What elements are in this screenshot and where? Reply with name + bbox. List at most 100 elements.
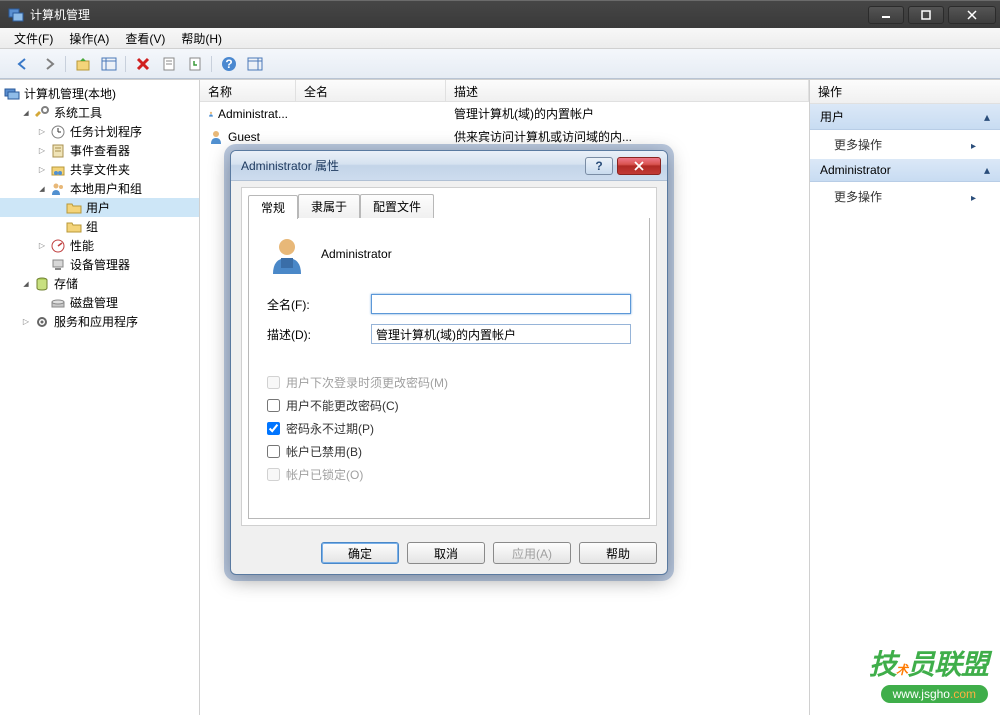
menu-file[interactable]: 文件(F) (6, 28, 61, 49)
tree-users[interactable]: 用户 (0, 198, 199, 217)
expander-icon[interactable] (20, 278, 32, 290)
checkbox-cannot-change[interactable]: 用户不能更改密码(C) (267, 397, 631, 414)
menu-help[interactable]: 帮助(H) (173, 28, 230, 49)
list-row[interactable]: Administrat... 管理计算机(域)的内置帐户 (200, 102, 809, 125)
computer-icon (4, 86, 20, 102)
checkbox[interactable] (267, 445, 280, 458)
cell-name: Guest (228, 130, 260, 144)
up-button[interactable] (71, 52, 95, 76)
tab-memberof[interactable]: 隶属于 (298, 194, 360, 218)
tree-label: 事件查看器 (70, 142, 130, 159)
tree-task-scheduler[interactable]: 任务计划程序 (0, 122, 199, 141)
menu-view[interactable]: 查看(V) (117, 28, 173, 49)
tree-groups[interactable]: 组 (0, 217, 199, 236)
tree-label: 性能 (70, 237, 94, 254)
column-name[interactable]: 名称 (200, 80, 296, 101)
dialog-close-button[interactable] (617, 157, 661, 175)
tree-label: 本地用户和组 (70, 180, 142, 197)
action-more-admin[interactable]: 更多操作 (810, 182, 1000, 211)
cell-name: Administrat... (218, 107, 288, 121)
tree-services-apps[interactable]: 服务和应用程序 (0, 312, 199, 331)
checkbox[interactable] (267, 399, 280, 412)
actions-pane-button[interactable] (243, 52, 267, 76)
dialog-titlebar[interactable]: Administrator 属性 ? (231, 151, 667, 181)
disk-icon (50, 295, 66, 311)
tab-content: Administrator 全名(F): 描述(D): 用户下次登录时须更改密码… (248, 218, 650, 519)
checkbox-disabled[interactable]: 帐户已禁用(B) (267, 443, 631, 460)
help-button[interactable]: ? (217, 52, 241, 76)
tree-event-viewer[interactable]: 事件查看器 (0, 141, 199, 160)
fullname-label: 全名(F): (267, 296, 371, 313)
nav-back-button[interactable] (11, 52, 35, 76)
help-button[interactable]: 帮助 (579, 542, 657, 564)
apply-button[interactable]: 应用(A) (493, 542, 571, 564)
column-description[interactable]: 描述 (446, 80, 809, 101)
action-more-users[interactable]: 更多操作 (810, 130, 1000, 159)
actions-section-admin[interactable]: Administrator (810, 159, 1000, 182)
clock-icon (50, 124, 66, 140)
navigation-tree[interactable]: 计算机管理(本地) 系统工具 任务计划程序 事件查看器 共享文件夹 本地用户和组 (0, 80, 200, 715)
actions-section-users[interactable]: 用户 (810, 104, 1000, 130)
section-label: 用户 (820, 108, 844, 125)
tree-performance[interactable]: 性能 (0, 236, 199, 255)
delete-button[interactable] (131, 52, 155, 76)
tree-label: 任务计划程序 (70, 123, 142, 140)
tree-label: 组 (86, 218, 98, 235)
tree-root[interactable]: 计算机管理(本地) (0, 84, 199, 103)
chevron-right-icon (971, 138, 976, 152)
tab-profile[interactable]: 配置文件 (360, 194, 434, 218)
checkbox-never-expires[interactable]: 密码永不过期(P) (267, 420, 631, 437)
expander-icon[interactable] (20, 107, 32, 119)
tree-label: 磁盘管理 (70, 294, 118, 311)
refresh-button[interactable] (183, 52, 207, 76)
checkbox (267, 376, 280, 389)
action-label: 更多操作 (834, 136, 882, 153)
chevron-right-icon (971, 190, 976, 204)
expander-icon[interactable] (36, 126, 48, 138)
cell-desc: 供来宾访问计算机或访问域的内... (446, 126, 809, 147)
column-fullname[interactable]: 全名 (296, 80, 446, 101)
tree-label: 计算机管理(本地) (24, 85, 116, 102)
checkbox-label: 帐户已禁用(B) (286, 443, 362, 460)
show-hide-tree-button[interactable] (97, 52, 121, 76)
toolbar: ? (0, 49, 1000, 79)
tree-label: 共享文件夹 (70, 161, 130, 178)
tree-shared-folders[interactable]: 共享文件夹 (0, 160, 199, 179)
watermark-text: 技术员联盟 (869, 643, 988, 683)
spacer (36, 297, 48, 309)
dialog-tabs: 常规 隶属于 配置文件 (242, 188, 656, 218)
expander-icon[interactable] (36, 145, 48, 157)
checkbox[interactable] (267, 422, 280, 435)
expander-icon[interactable] (36, 164, 48, 176)
dialog-help-button[interactable]: ? (585, 157, 613, 175)
nav-forward-button[interactable] (37, 52, 61, 76)
list-row[interactable]: Guest 供来宾访问计算机或访问域的内... (200, 125, 809, 148)
menu-action[interactable]: 操作(A) (61, 28, 117, 49)
close-button[interactable] (948, 6, 996, 24)
tree-local-users-groups[interactable]: 本地用户和组 (0, 179, 199, 198)
minimize-button[interactable] (868, 6, 904, 24)
app-icon (8, 7, 24, 23)
checkbox (267, 468, 280, 481)
expander-icon[interactable] (36, 183, 48, 195)
tree-storage[interactable]: 存储 (0, 274, 199, 293)
expander-icon[interactable] (20, 316, 32, 328)
folder-icon (66, 219, 82, 235)
fullname-input[interactable] (371, 294, 631, 314)
properties-button[interactable] (157, 52, 181, 76)
tree-device-manager[interactable]: 设备管理器 (0, 255, 199, 274)
ok-button[interactable]: 确定 (321, 542, 399, 564)
tree-system-tools[interactable]: 系统工具 (0, 103, 199, 122)
checkbox-label: 用户不能更改密码(C) (286, 397, 399, 414)
window-title: 计算机管理 (30, 6, 864, 23)
maximize-button[interactable] (908, 6, 944, 24)
watermark: 技术员联盟 www.jsgho.com (869, 643, 988, 703)
tree-disk-management[interactable]: 磁盘管理 (0, 293, 199, 312)
spacer (52, 202, 64, 214)
tab-general[interactable]: 常规 (248, 195, 298, 219)
expander-icon[interactable] (36, 240, 48, 252)
description-input[interactable] (371, 324, 631, 344)
cell-fullname (296, 112, 446, 116)
collapse-icon (984, 163, 990, 177)
cancel-button[interactable]: 取消 (407, 542, 485, 564)
